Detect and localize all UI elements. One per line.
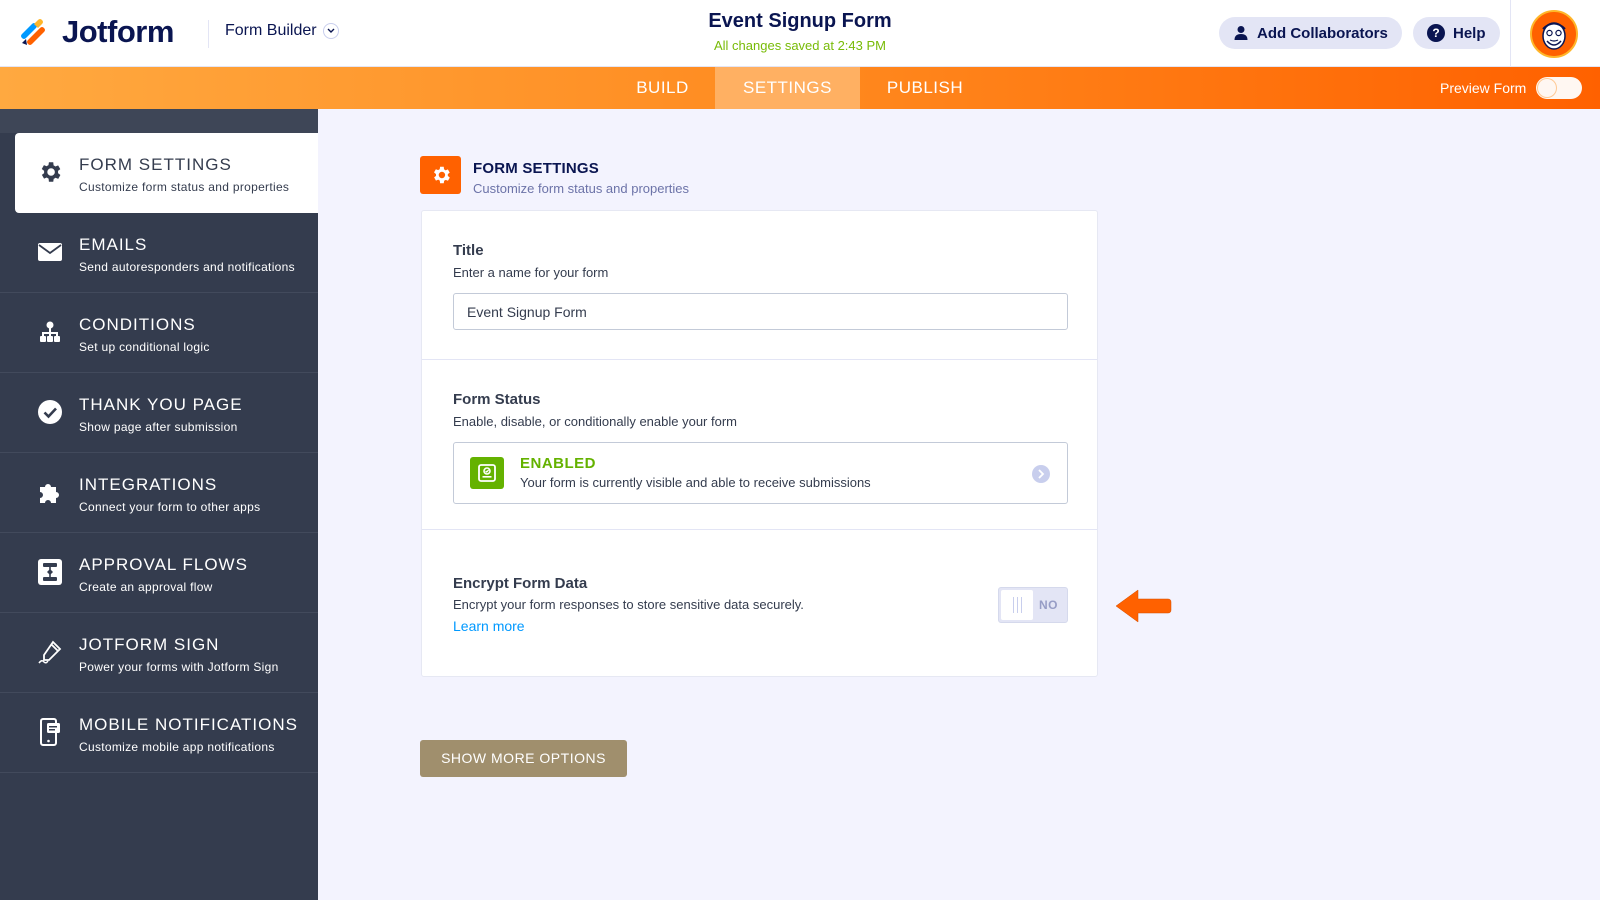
toggle-knob xyxy=(1538,79,1556,97)
learn-more-link[interactable]: Learn more xyxy=(453,618,525,634)
hierarchy-icon xyxy=(36,318,64,346)
sidebar-item-title: FORM SETTINGS xyxy=(79,155,232,174)
user-icon xyxy=(1234,26,1248,40)
help-icon: ? xyxy=(1427,24,1445,42)
sidebar-item-subtitle: Connect your form to other apps xyxy=(79,500,261,514)
sidebar-item-integrations[interactable]: INTEGRATIONS Connect your form to other … xyxy=(0,453,318,533)
sidebar-item-emails[interactable]: EMAILS Send autoresponders and notificat… xyxy=(0,213,318,293)
pen-sign-icon xyxy=(36,638,64,666)
title-setting-block: Title Enter a name for your form xyxy=(422,211,1097,360)
sidebar-item-title: JOTFORM SIGN xyxy=(79,635,220,654)
add-collaborators-label: Add Collaborators xyxy=(1257,24,1388,42)
enabled-form-icon xyxy=(470,457,504,489)
chevron-right-icon xyxy=(1032,465,1050,483)
form-status-selector[interactable]: ENABLED Your form is currently visible a… xyxy=(453,442,1068,504)
sidebar-item-approval-flows[interactable]: APPROVAL FLOWS Create an approval flow xyxy=(0,533,318,613)
tab-publish[interactable]: PUBLISH xyxy=(880,67,970,109)
preview-form-label: Preview Form xyxy=(1440,80,1527,96)
mobile-notification-icon xyxy=(36,718,64,746)
form-status-description: Enable, disable, or conditionally enable… xyxy=(453,414,738,429)
form-title-input[interactable] xyxy=(453,293,1068,330)
avatar-illustration-icon xyxy=(1532,12,1576,56)
sidebar-item-subtitle: Show page after submission xyxy=(79,420,238,434)
settings-card: Title Enter a name for your form Form St… xyxy=(421,210,1098,677)
sidebar-item-conditions[interactable]: CONDITIONS Set up conditional logic xyxy=(0,293,318,373)
title-description: Enter a name for your form xyxy=(453,265,609,280)
form-status-label: Form Status xyxy=(453,391,541,408)
sidebar-item-title: INTEGRATIONS xyxy=(79,475,218,494)
page-title: FORM SETTINGS xyxy=(473,160,599,177)
sidebar-item-mobile-notifications[interactable]: MOBILE NOTIFICATIONS Customize mobile ap… xyxy=(0,693,318,773)
add-collaborators-button[interactable]: Add Collaborators xyxy=(1219,17,1402,49)
page-subtitle: Customize form status and properties xyxy=(473,181,690,196)
sidebar-item-subtitle: Send autoresponders and notifications xyxy=(79,260,295,274)
preview-form-toggle[interactable] xyxy=(1536,77,1582,99)
envelope-icon xyxy=(36,238,64,266)
sidebar-item-subtitle: Set up conditional logic xyxy=(79,340,210,354)
sidebar-item-thank-you-page[interactable]: THANK YOU PAGE Show page after submissio… xyxy=(0,373,318,453)
sidebar-item-subtitle: Customize mobile app notifications xyxy=(79,740,275,754)
approval-flow-icon xyxy=(36,558,64,586)
sidebar-item-title: EMAILS xyxy=(79,235,148,254)
sidebar-item-subtitle: Customize form status and properties xyxy=(79,180,290,194)
toggle-state-label: NO xyxy=(1039,598,1058,612)
sidebar-item-form-settings[interactable]: FORM SETTINGS Customize form status and … xyxy=(15,133,318,213)
check-circle-icon xyxy=(36,398,64,426)
sidebar-item-title: APPROVAL FLOWS xyxy=(79,555,248,574)
gear-icon xyxy=(36,158,64,186)
encrypt-description: Encrypt your form responses to store sen… xyxy=(453,597,804,612)
title-label: Title xyxy=(453,242,484,259)
status-description: Your form is currently visible and able … xyxy=(520,475,871,490)
sidebar-item-title: CONDITIONS xyxy=(79,315,196,334)
sidebar-item-subtitle: Create an approval flow xyxy=(79,580,213,594)
show-more-options-button[interactable]: SHOW MORE OPTIONS xyxy=(420,740,627,777)
settings-sidebar: FORM SETTINGS Customize form status and … xyxy=(0,109,318,900)
puzzle-icon xyxy=(36,478,64,506)
avatar[interactable] xyxy=(1530,10,1578,58)
toggle-handle xyxy=(1001,590,1033,620)
sidebar-item-title: THANK YOU PAGE xyxy=(79,395,243,414)
status-badge: ENABLED xyxy=(520,455,597,472)
sidebar-item-jotform-sign[interactable]: JOTFORM SIGN Power your forms with Jotfo… xyxy=(0,613,318,693)
help-button[interactable]: ? Help xyxy=(1413,17,1500,49)
top-header: Jotform Form Builder Event Signup Form A… xyxy=(0,0,1600,67)
main-tab-bar: BUILD SETTINGS PUBLISH Preview Form xyxy=(0,67,1600,109)
gear-icon xyxy=(420,156,461,194)
section-header: FORM SETTINGS Customize form status and … xyxy=(420,156,689,196)
encrypt-data-block: Encrypt Form Data Encrypt your form resp… xyxy=(422,530,1097,678)
sidebar-item-subtitle: Power your forms with Jotform Sign xyxy=(79,660,279,674)
header-divider-right xyxy=(1510,0,1511,67)
sidebar-item-title: MOBILE NOTIFICATIONS xyxy=(79,715,298,734)
encrypt-label: Encrypt Form Data xyxy=(453,575,588,592)
tab-settings[interactable]: SETTINGS xyxy=(715,67,860,109)
tab-build[interactable]: BUILD xyxy=(625,67,700,109)
form-status-block: Form Status Enable, disable, or conditio… xyxy=(422,360,1097,530)
sidebar-top-strip xyxy=(0,109,318,133)
encrypt-data-toggle[interactable]: NO xyxy=(998,587,1068,623)
callout-arrow-icon xyxy=(1115,589,1172,623)
help-label: Help xyxy=(1453,24,1486,42)
